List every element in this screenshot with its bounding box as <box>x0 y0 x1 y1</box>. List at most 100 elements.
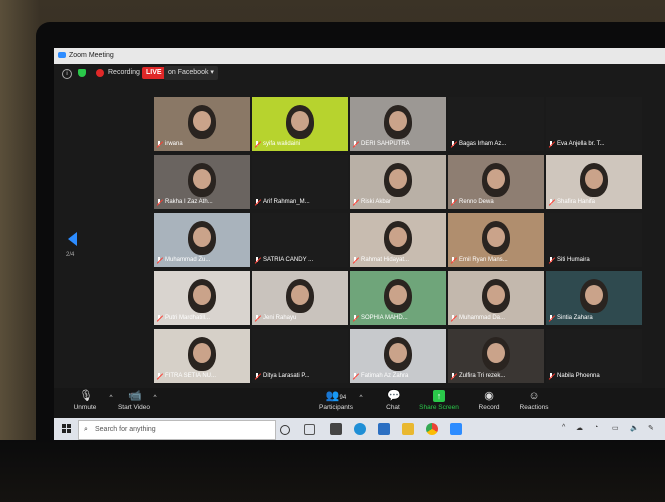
share-screen-label: Share Screen <box>419 404 459 411</box>
participant-face <box>585 285 603 305</box>
participants-button[interactable]: 👥94 Participants <box>316 390 356 411</box>
task-view-icon[interactable] <box>304 424 315 435</box>
start-video-button[interactable]: 📹 Start Video <box>114 390 154 411</box>
participant-name: Rakha I Zaz Ath... <box>165 199 213 205</box>
chat-button[interactable]: 💬 Chat <box>380 390 406 411</box>
participant-name: Jeni Rahayu <box>263 315 297 321</box>
tray-volume-icon[interactable]: 🔈 <box>630 424 639 432</box>
page-indicator: 2/4 <box>66 252 75 258</box>
participant-face <box>487 343 505 363</box>
reactions-button[interactable]: ☺ Reactions <box>514 390 554 411</box>
participant-tile[interactable]: SATRIA CANDY ... <box>252 213 348 267</box>
participant-tile[interactable]: Siti Humaira <box>546 213 642 267</box>
participant-face <box>487 227 505 247</box>
edge-browser-icon[interactable] <box>354 423 366 435</box>
participants-label: Participants <box>319 404 353 411</box>
participant-tile[interactable]: Sintia Zahara <box>546 271 642 325</box>
participant-name: Riski Akbar <box>361 199 392 205</box>
store-app-icon[interactable] <box>330 423 342 435</box>
participant-tile[interactable]: Rahmat Hidayat... <box>350 213 446 267</box>
participant-tile[interactable]: Zulfira Tri rezek... <box>448 329 544 383</box>
participant-face <box>193 285 211 305</box>
taskbar-search-input[interactable]: ⌕ Search for anything <box>78 420 276 440</box>
participant-tile[interactable]: irwana <box>154 97 250 151</box>
participant-face <box>291 285 309 305</box>
start-video-label: Start Video <box>117 404 151 411</box>
search-placeholder: Search for anything <box>95 426 156 433</box>
tray-network-icon[interactable]: ◔ <box>594 424 598 431</box>
participant-name: Renno Dewa <box>459 199 494 205</box>
page-navigation: 2/4 <box>66 232 84 272</box>
participant-tile[interactable]: Bagas Irham Az... <box>448 97 544 151</box>
previous-page-icon[interactable] <box>68 232 77 246</box>
participant-tile[interactable]: syifa walidaini <box>252 97 348 151</box>
participants-count: 94 <box>339 395 347 401</box>
participant-name: Arif Rahman_M... <box>263 199 310 205</box>
zoom-logo-icon <box>58 52 66 59</box>
record-button[interactable]: ◉ Record <box>474 390 504 411</box>
participant-tile[interactable]: Ditya Larasati P... <box>252 329 348 383</box>
file-explorer-icon[interactable] <box>402 423 414 435</box>
participant-name: Nabila Phoenna <box>557 373 600 379</box>
video-options-caret[interactable]: ^ <box>150 394 160 401</box>
zoom-screen: Zoom Meeting i Recording LIVE on Faceboo… <box>54 48 665 440</box>
recording-dot-icon <box>96 69 104 77</box>
participant-tile[interactable]: Muhammad Da... <box>448 271 544 325</box>
participant-name: Eva Anjella br. T... <box>557 141 605 147</box>
info-icon[interactable]: i <box>62 69 72 79</box>
stream-target-dropdown[interactable]: on Facebook ▾ <box>164 66 218 80</box>
participant-name: Shafira Hanifa <box>557 199 596 205</box>
share-screen-button[interactable]: ↑ Share Screen <box>416 390 462 411</box>
participant-face <box>193 111 211 131</box>
participant-tile[interactable]: Fatimah Az Zahra <box>350 329 446 383</box>
live-badge: LIVE <box>142 67 166 79</box>
participant-tile[interactable]: Emil Ryan Mans... <box>448 213 544 267</box>
participant-tile[interactable]: Nabila Phoenna <box>546 329 642 383</box>
mail-app-icon[interactable] <box>378 423 390 435</box>
participants-icon: 👥94 <box>325 390 347 402</box>
cortana-icon[interactable] <box>280 425 290 435</box>
participant-tile[interactable]: DERI SAHPUTRA <box>350 97 446 151</box>
share-screen-icon: ↑ <box>433 390 445 402</box>
participants-options-caret[interactable]: ^ <box>356 394 366 401</box>
participant-name: Bagas Irham Az... <box>459 141 507 147</box>
participant-tile[interactable]: Renno Dewa <box>448 155 544 209</box>
participant-name: Putri Mardhatill... <box>165 315 211 321</box>
meeting-info-bar: i Recording LIVE on Facebook ▾ <box>54 64 665 82</box>
participant-tile[interactable]: Muhammad Zu... <box>154 213 250 267</box>
zoom-taskbar-icon[interactable] <box>450 423 462 435</box>
participant-face <box>487 285 505 305</box>
participant-name: syifa walidaini <box>263 141 301 147</box>
record-label: Record <box>478 404 500 411</box>
tray-pen-icon[interactable]: ✎ <box>648 424 654 432</box>
participant-tile[interactable]: FITRA SETIA NU... <box>154 329 250 383</box>
windows-start-icon[interactable] <box>62 424 72 434</box>
participant-tile[interactable]: Jeni Rahayu <box>252 271 348 325</box>
participant-tile[interactable]: Shafira Hanifa <box>546 155 642 209</box>
participant-tile[interactable]: Putri Mardhatill... <box>154 271 250 325</box>
participant-name: Zulfira Tri rezek... <box>459 373 506 379</box>
tray-battery-icon[interactable]: ▭ <box>612 424 619 432</box>
record-icon: ◉ <box>484 390 494 402</box>
video-off-icon: 📹 <box>128 390 142 402</box>
participant-tile[interactable]: SOPHIA MAHD... <box>350 271 446 325</box>
participant-face <box>291 111 309 131</box>
participant-tile[interactable]: Eva Anjella br. T... <box>546 97 642 151</box>
chrome-browser-icon[interactable] <box>426 423 438 435</box>
participant-face <box>389 343 407 363</box>
participant-face <box>193 227 211 247</box>
security-shield-icon[interactable] <box>78 69 86 77</box>
participant-face <box>193 343 211 363</box>
participant-name: Sintia Zahara <box>557 315 593 321</box>
unmute-button[interactable]: 🎙 Unmute <box>68 390 102 411</box>
participant-tile[interactable]: Rakha I Zaz Ath... <box>154 155 250 209</box>
participant-face <box>389 169 407 189</box>
window-titlebar: Zoom Meeting <box>54 48 665 64</box>
tray-onedrive-icon[interactable]: ☁ <box>576 424 583 432</box>
background-door <box>0 0 40 502</box>
participant-tile[interactable]: Riski Akbar <box>350 155 446 209</box>
reactions-icon: ☺ <box>528 390 540 402</box>
participant-tile[interactable]: Arif Rahman_M... <box>252 155 348 209</box>
tray-chevron-icon[interactable]: ^ <box>562 424 565 431</box>
unmute-label: Unmute <box>73 404 97 411</box>
